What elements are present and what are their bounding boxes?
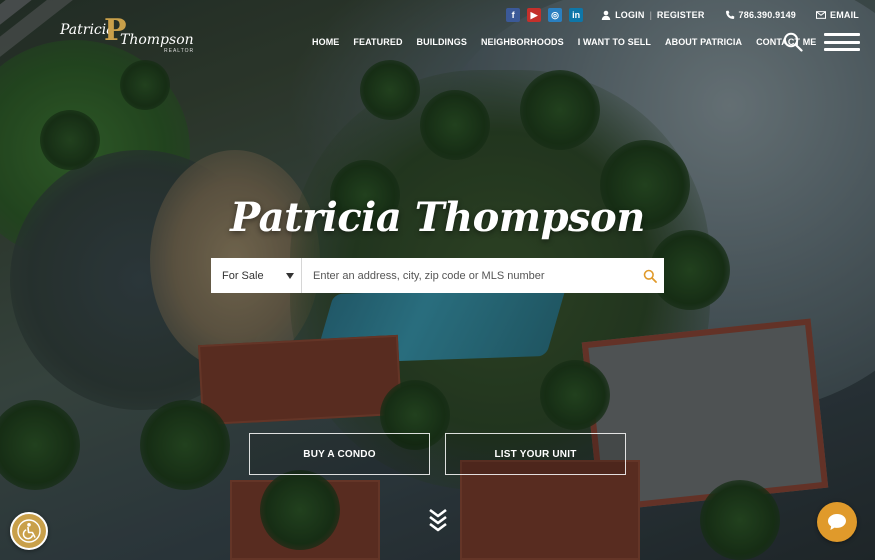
search-submit-icon[interactable] bbox=[636, 258, 664, 293]
nav-about-patricia[interactable]: ABOUT PATRICIA bbox=[665, 37, 742, 47]
scroll-down-chevron-icon[interactable] bbox=[428, 507, 448, 533]
chat-bubble-icon[interactable] bbox=[817, 502, 857, 542]
hamburger-menu-icon[interactable] bbox=[824, 33, 860, 51]
listing-type-value: For Sale bbox=[222, 269, 264, 282]
linkedin-icon[interactable]: in bbox=[569, 8, 584, 22]
hero-title: Patricia Thompson bbox=[230, 194, 645, 241]
youtube-icon[interactable]: ▶ bbox=[527, 8, 542, 22]
main-nav: HOME FEATURED BUILDINGS NEIGHBORHOODS I … bbox=[312, 37, 830, 47]
nav-home[interactable]: HOME bbox=[312, 37, 339, 47]
property-search-bar: For Sale bbox=[211, 258, 664, 293]
nav-i-want-to-sell[interactable]: I WANT TO SELL bbox=[578, 37, 651, 47]
search-input[interactable] bbox=[302, 258, 636, 293]
logo-last-name: Thompson bbox=[120, 32, 194, 48]
nav-neighborhoods[interactable]: NEIGHBORHOODS bbox=[481, 37, 564, 47]
chevron-down-icon bbox=[286, 272, 294, 279]
envelope-icon bbox=[816, 10, 826, 20]
register-link[interactable]: REGISTER bbox=[657, 10, 705, 20]
facebook-icon[interactable]: f bbox=[506, 8, 521, 22]
accessibility-icon[interactable] bbox=[10, 512, 48, 550]
user-icon bbox=[601, 10, 611, 20]
email-link[interactable]: EMAIL bbox=[830, 10, 859, 20]
instagram-icon[interactable]: ◎ bbox=[548, 8, 563, 22]
social-links: f ▶ ◎ in bbox=[506, 8, 584, 22]
header-search-icon[interactable] bbox=[783, 32, 803, 52]
site-logo[interactable]: Patricia P Thompson REALTOR bbox=[60, 14, 194, 55]
login-separator: | bbox=[649, 10, 652, 20]
login-link[interactable]: LOGIN bbox=[615, 10, 645, 20]
phone-icon bbox=[725, 10, 735, 20]
top-bar: f ▶ ◎ in LOGIN | REGISTER 786.390.9149 E… bbox=[506, 8, 859, 22]
buy-a-condo-button[interactable]: BUY A CONDO bbox=[249, 433, 430, 475]
list-your-unit-button[interactable]: LIST YOUR UNIT bbox=[445, 433, 626, 475]
nav-buildings[interactable]: BUILDINGS bbox=[417, 37, 467, 47]
phone-link[interactable]: 786.390.9149 bbox=[739, 10, 796, 20]
listing-type-select[interactable]: For Sale bbox=[211, 258, 302, 293]
logo-tagline: REALTOR bbox=[164, 48, 195, 54]
nav-featured[interactable]: FEATURED bbox=[353, 37, 402, 47]
